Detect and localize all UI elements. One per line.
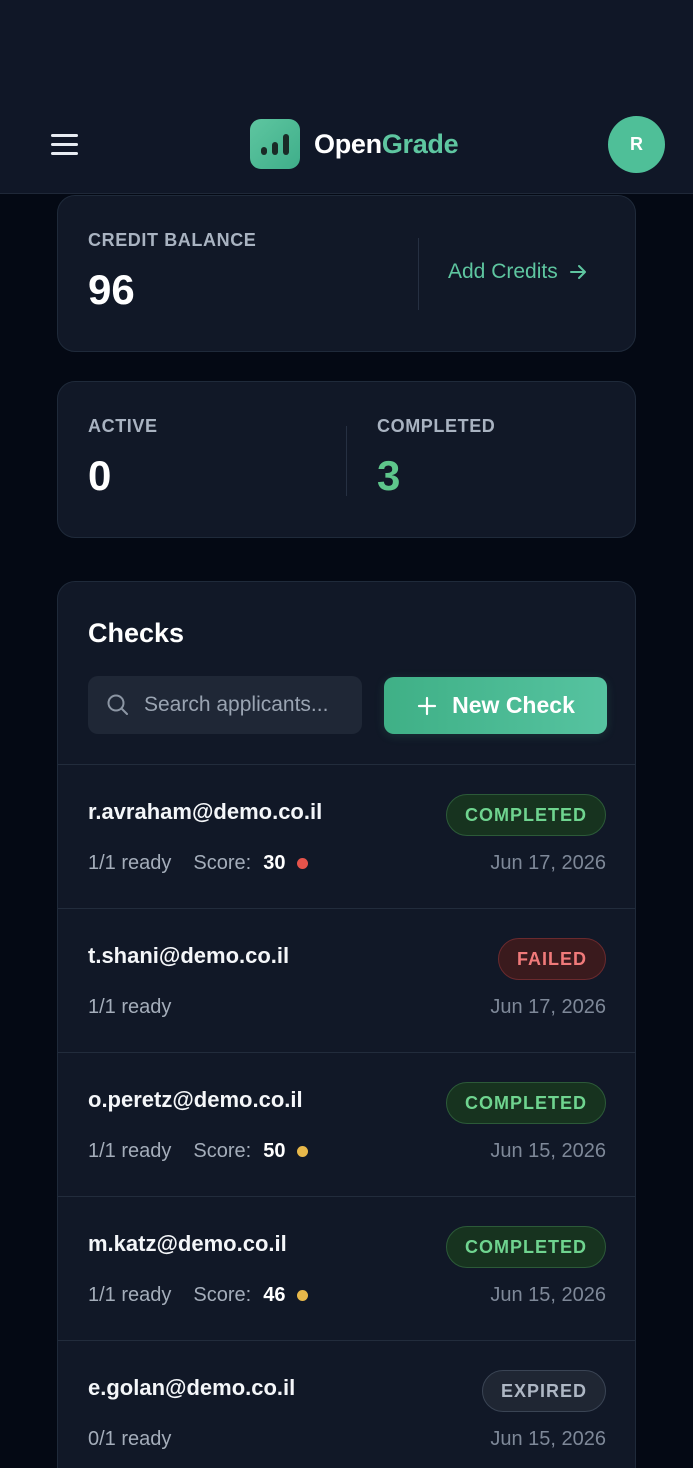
score-value: 30: [263, 852, 286, 874]
arrow-right-icon: [569, 265, 586, 279]
check-row[interactable]: t.shani@demo.co.il FAILED 1/1 ready Jun 17,…: [58, 908, 635, 1052]
check-row[interactable]: e.golan@demo.co.il EXPIRED 0/1 ready Jun 15…: [58, 1340, 635, 1468]
ready-count: 1/1 ready: [88, 1140, 172, 1162]
check-meta: 1/1 ready Score: 46: [88, 1284, 309, 1307]
check-meta: 1/1 ready Score: 30: [88, 852, 309, 875]
check-row[interactable]: m.katz@demo.co.il COMPLETED 1/1 ready Score…: [58, 1196, 635, 1340]
checks-card: Checks New Check r.avraham@demo.co.il COM…: [57, 581, 636, 1468]
status-badge: COMPLETED: [445, 794, 606, 836]
check-meta: 1/1 ready Score: 50: [88, 1140, 309, 1163]
active-label: ACTIVE: [88, 416, 158, 436]
top-navigation-bar: OpenGrade R: [0, 0, 693, 194]
check-row[interactable]: o.peretz@demo.co.il COMPLETED 1/1 ready Sco…: [58, 1052, 635, 1196]
status-badge: EXPIRED: [481, 1370, 606, 1412]
completed-label: COMPLETED: [377, 416, 496, 436]
score-value: 46: [263, 1284, 286, 1306]
applicant-email: r.avraham@demo.co.il: [88, 799, 323, 824]
divider: [346, 426, 347, 496]
check-date: Jun 15, 2026: [490, 1284, 606, 1306]
bar-chart-icon: [250, 119, 300, 169]
score-label: Score:: [193, 852, 252, 874]
ready-count: 1/1 ready: [88, 996, 172, 1018]
add-credits-link[interactable]: Add Credits: [448, 260, 588, 284]
new-check-button[interactable]: New Check: [384, 677, 607, 734]
credit-balance-value: 96: [88, 266, 135, 313]
score-indicator-dot-icon: [297, 1146, 309, 1157]
plus-icon: [418, 696, 437, 715]
search-input[interactable]: [144, 693, 344, 717]
check-meta: 1/1 ready: [88, 996, 171, 1019]
score-label: Score:: [193, 1284, 252, 1306]
brand-name-part2: Grade: [381, 128, 459, 159]
new-check-label: New Check: [452, 692, 575, 718]
applicant-email: o.peretz@demo.co.il: [88, 1087, 303, 1112]
status-badge: COMPLETED: [445, 1082, 606, 1124]
active-count: 0: [88, 452, 112, 499]
checks-list: r.avraham@demo.co.il COMPLETED 1/1 ready Sc…: [58, 764, 635, 1468]
score-indicator-dot-icon: [297, 858, 309, 869]
credit-balance-label: CREDIT BALANCE: [88, 230, 257, 250]
check-date: Jun 17, 2026: [490, 852, 606, 874]
completed-count: 3: [377, 452, 401, 499]
brand-logo[interactable]: OpenGrade: [250, 119, 459, 169]
ready-count: 1/1 ready: [88, 852, 172, 874]
check-date: Jun 17, 2026: [490, 996, 606, 1018]
score-indicator-dot-icon: [297, 1290, 309, 1301]
score-value: 50: [263, 1140, 286, 1162]
search-box[interactable]: [88, 676, 362, 734]
credit-balance-card: CREDIT BALANCE 96 Add Credits: [57, 195, 636, 352]
brand-name: OpenGrade: [314, 128, 459, 160]
dashboard-page: OpenGrade R CREDIT BALANCE 96 Add Credit…: [0, 0, 693, 1468]
divider: [418, 238, 419, 310]
checks-stats-card: ACTIVE 0 COMPLETED 3: [57, 381, 636, 538]
check-meta: 0/1 ready: [88, 1428, 171, 1451]
search-icon: [107, 694, 128, 715]
check-row[interactable]: r.avraham@demo.co.il COMPLETED 1/1 ready Sc…: [58, 764, 635, 908]
applicant-email: e.golan@demo.co.il: [88, 1375, 296, 1400]
checks-title: Checks: [88, 618, 185, 648]
check-date: Jun 15, 2026: [490, 1428, 606, 1450]
hamburger-menu-icon[interactable]: [46, 126, 82, 162]
brand-name-part1: Open: [314, 128, 382, 159]
user-avatar[interactable]: R: [608, 116, 665, 173]
ready-count: 0/1 ready: [88, 1428, 172, 1450]
status-badge: COMPLETED: [445, 1226, 606, 1268]
applicant-email: t.shani@demo.co.il: [88, 943, 290, 968]
add-credits-label: Add Credits: [448, 260, 558, 283]
status-badge: FAILED: [497, 938, 606, 980]
check-date: Jun 15, 2026: [490, 1140, 606, 1162]
applicant-email: m.katz@demo.co.il: [88, 1231, 287, 1256]
ready-count: 1/1 ready: [88, 1284, 172, 1306]
score-label: Score:: [193, 1140, 252, 1162]
